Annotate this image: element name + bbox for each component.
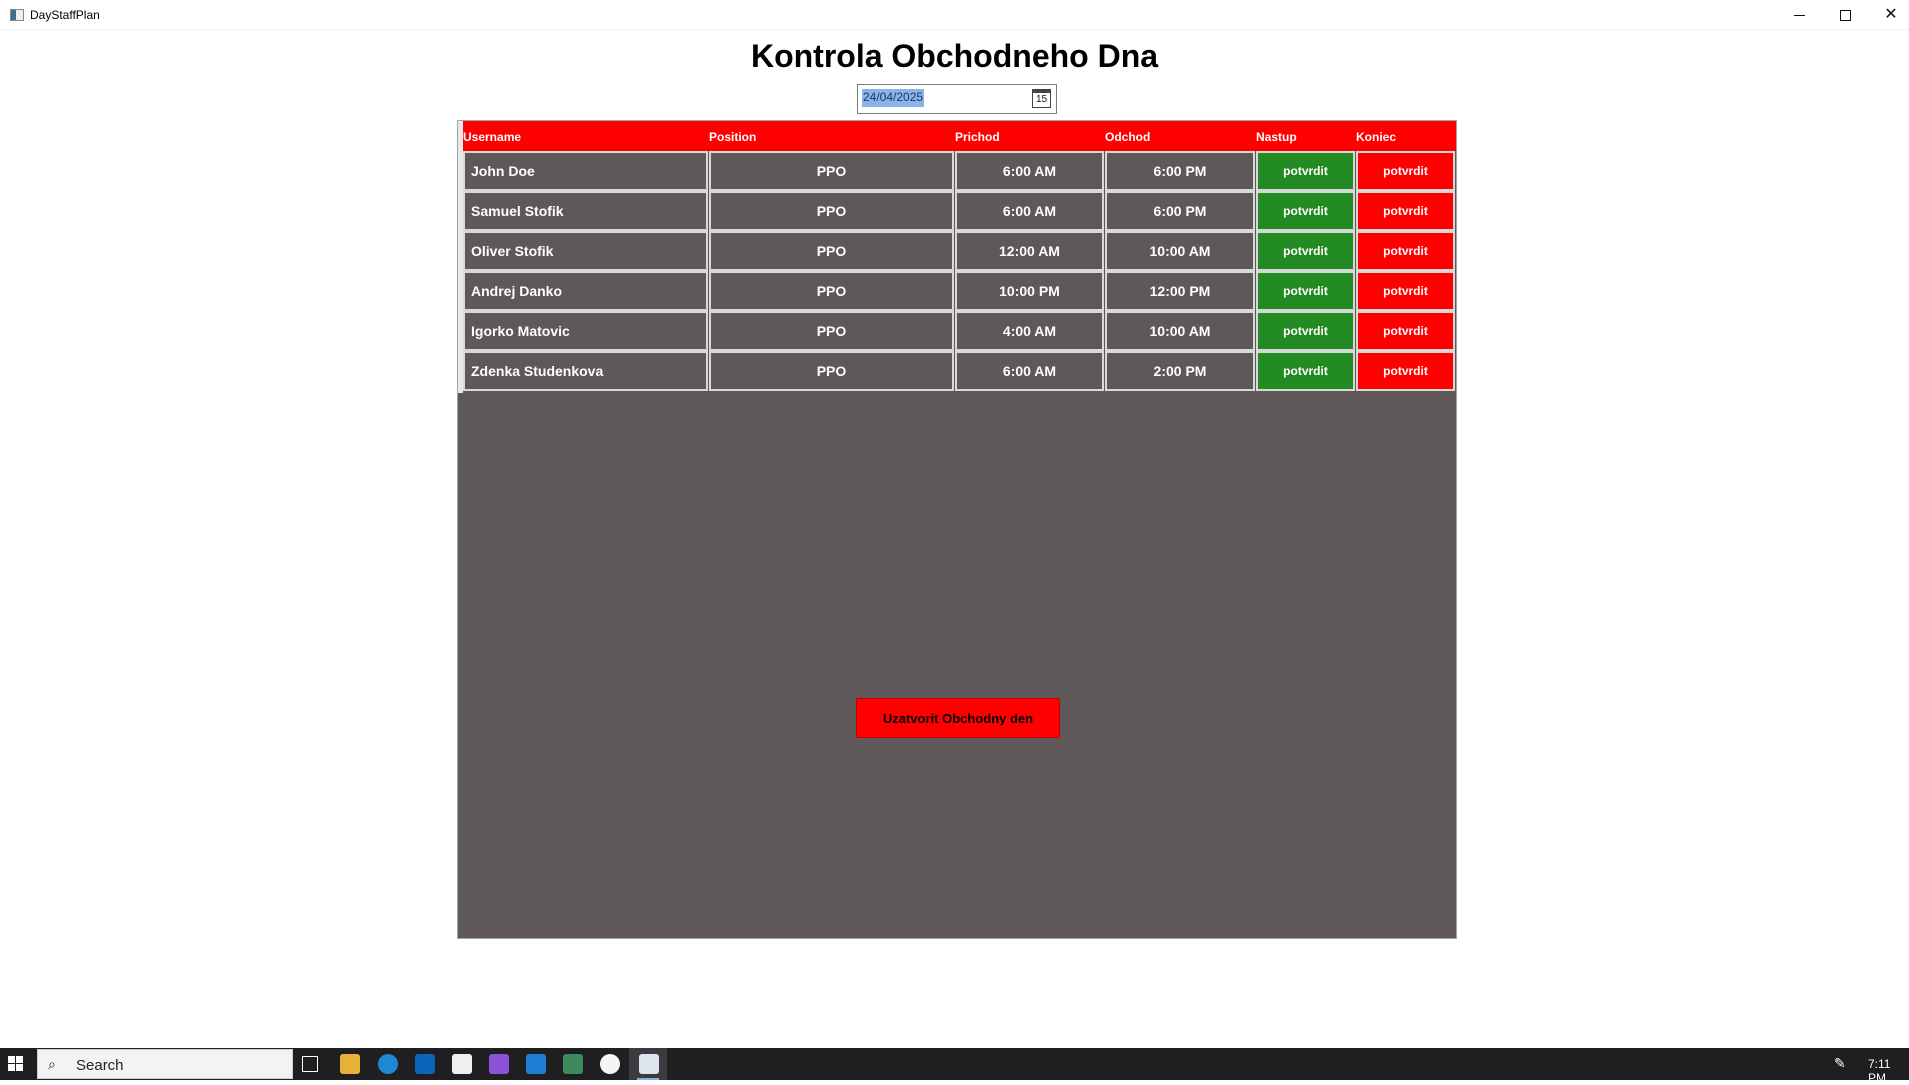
departure-cell: 2:00 PM xyxy=(1105,351,1255,391)
maximize-icon xyxy=(1839,9,1851,21)
close-icon: ✕ xyxy=(1884,6,1898,23)
date-picker[interactable]: 24/04/2025 15 xyxy=(857,84,1057,114)
column-header-end[interactable]: Koniec xyxy=(1356,130,1396,144)
task-view-icon[interactable] xyxy=(302,1056,318,1072)
confirm-end-button[interactable]: potvrdit xyxy=(1356,271,1455,311)
arrival-cell: 4:00 AM xyxy=(955,311,1104,351)
departure-cell: 10:00 AM xyxy=(1105,231,1255,271)
departure-cell: 6:00 PM xyxy=(1105,191,1255,231)
taskbar: ⌕ Search ✎ 7:11 PM xyxy=(0,1048,1909,1085)
close-button[interactable]: ✕ xyxy=(1868,0,1909,30)
visual-studio-icon[interactable] xyxy=(489,1054,509,1074)
username-cell: Andrej Danko xyxy=(463,271,708,311)
table-row: Zdenka Studenkova PPO 6:00 AM 2:00 PM po… xyxy=(463,351,1456,391)
position-cell: PPO xyxy=(709,271,954,311)
arrival-cell: 6:00 AM xyxy=(955,191,1104,231)
departure-cell: 12:00 PM xyxy=(1105,271,1255,311)
arrival-cell: 12:00 AM xyxy=(955,231,1104,271)
username-cell: Igorko Matovic xyxy=(463,311,708,351)
maximize-button[interactable] xyxy=(1822,0,1868,30)
departure-cell: 10:00 AM xyxy=(1105,311,1255,351)
position-cell: PPO xyxy=(709,311,954,351)
position-cell: PPO xyxy=(709,191,954,231)
calendar-icon[interactable]: 15 xyxy=(1032,89,1051,108)
windows-start-icon[interactable] xyxy=(8,1056,24,1072)
daystaffplan-taskbar-icon xyxy=(639,1054,659,1074)
vscode-icon[interactable] xyxy=(526,1054,546,1074)
confirm-end-button[interactable]: potvrdit xyxy=(1356,151,1455,191)
position-cell: PPO xyxy=(709,351,954,391)
app-icon xyxy=(10,9,24,21)
column-header-username[interactable]: Username xyxy=(463,130,521,144)
media-app-icon[interactable] xyxy=(600,1054,620,1074)
confirm-start-button[interactable]: potvrdit xyxy=(1256,271,1355,311)
column-header-departure[interactable]: Odchod xyxy=(1105,130,1150,144)
username-cell: John Doe xyxy=(463,151,708,191)
pen-icon[interactable]: ✎ xyxy=(1834,1055,1846,1072)
file-explorer-icon[interactable] xyxy=(340,1054,360,1074)
confirm-start-button[interactable]: potvrdit xyxy=(1256,231,1355,271)
search-label: Search xyxy=(76,1057,124,1074)
page-title: Kontrola Obchodneho Dna xyxy=(750,38,1159,74)
confirm-end-button[interactable]: potvrdit xyxy=(1356,311,1455,351)
close-business-day-button[interactable]: Uzatvorit Obchodny den xyxy=(856,698,1060,738)
minimize-icon xyxy=(1793,14,1805,16)
arrival-cell: 6:00 AM xyxy=(955,151,1104,191)
staff-grid: Username Position Prichod Odchod Nastup … xyxy=(457,120,1457,939)
confirm-end-button[interactable]: potvrdit xyxy=(1356,351,1455,391)
departure-cell: 6:00 PM xyxy=(1105,151,1255,191)
date-input[interactable]: 24/04/2025 xyxy=(862,89,925,107)
position-cell: PPO xyxy=(709,231,954,271)
search-icon: ⌕ xyxy=(48,1056,56,1072)
username-cell: Oliver Stofik xyxy=(463,231,708,271)
confirm-start-button[interactable]: potvrdit xyxy=(1256,351,1355,391)
table-row: Samuel Stofik PPO 6:00 AM 6:00 PM potvrd… xyxy=(463,191,1456,231)
arrival-cell: 6:00 AM xyxy=(955,351,1104,391)
window-title: DayStaffPlan xyxy=(30,8,100,22)
table-row: John Doe PPO 6:00 AM 6:00 PM potvrdit po… xyxy=(463,151,1456,191)
table-row: Oliver Stofik PPO 12:00 AM 10:00 AM potv… xyxy=(463,231,1456,271)
taskbar-search[interactable]: ⌕ Search xyxy=(37,1049,293,1079)
table-row: Igorko Matovic PPO 4:00 AM 10:00 AM potv… xyxy=(463,311,1456,351)
position-cell: PPO xyxy=(709,151,954,191)
username-cell: Samuel Stofik xyxy=(463,191,708,231)
grid-header: Username Position Prichod Odchod Nastup … xyxy=(458,121,1456,151)
username-cell: Zdenka Studenkova xyxy=(463,351,708,391)
system-clock[interactable]: 7:11 PM xyxy=(1868,1057,1909,1085)
confirm-end-button[interactable]: potvrdit xyxy=(1356,231,1455,271)
column-header-arrival[interactable]: Prichod xyxy=(955,130,1000,144)
sql-tool-icon[interactable] xyxy=(563,1054,583,1074)
window-titlebar: DayStaffPlan ✕ xyxy=(0,0,1909,30)
minimize-button[interactable] xyxy=(1776,0,1822,30)
column-header-start[interactable]: Nastup xyxy=(1256,130,1297,144)
edge-browser-icon[interactable] xyxy=(378,1054,398,1074)
confirm-start-button[interactable]: potvrdit xyxy=(1256,311,1355,351)
confirm-start-button[interactable]: potvrdit xyxy=(1256,191,1355,231)
confirm-start-button[interactable]: potvrdit xyxy=(1256,151,1355,191)
confirm-end-button[interactable]: potvrdit xyxy=(1356,191,1455,231)
arrival-cell: 10:00 PM xyxy=(955,271,1104,311)
column-header-position[interactable]: Position xyxy=(709,130,756,144)
store-icon[interactable] xyxy=(452,1054,472,1074)
taskbar-active-app[interactable] xyxy=(629,1048,667,1080)
table-row: Andrej Danko PPO 10:00 PM 12:00 PM potvr… xyxy=(463,271,1456,311)
outlook-icon[interactable] xyxy=(415,1054,435,1074)
